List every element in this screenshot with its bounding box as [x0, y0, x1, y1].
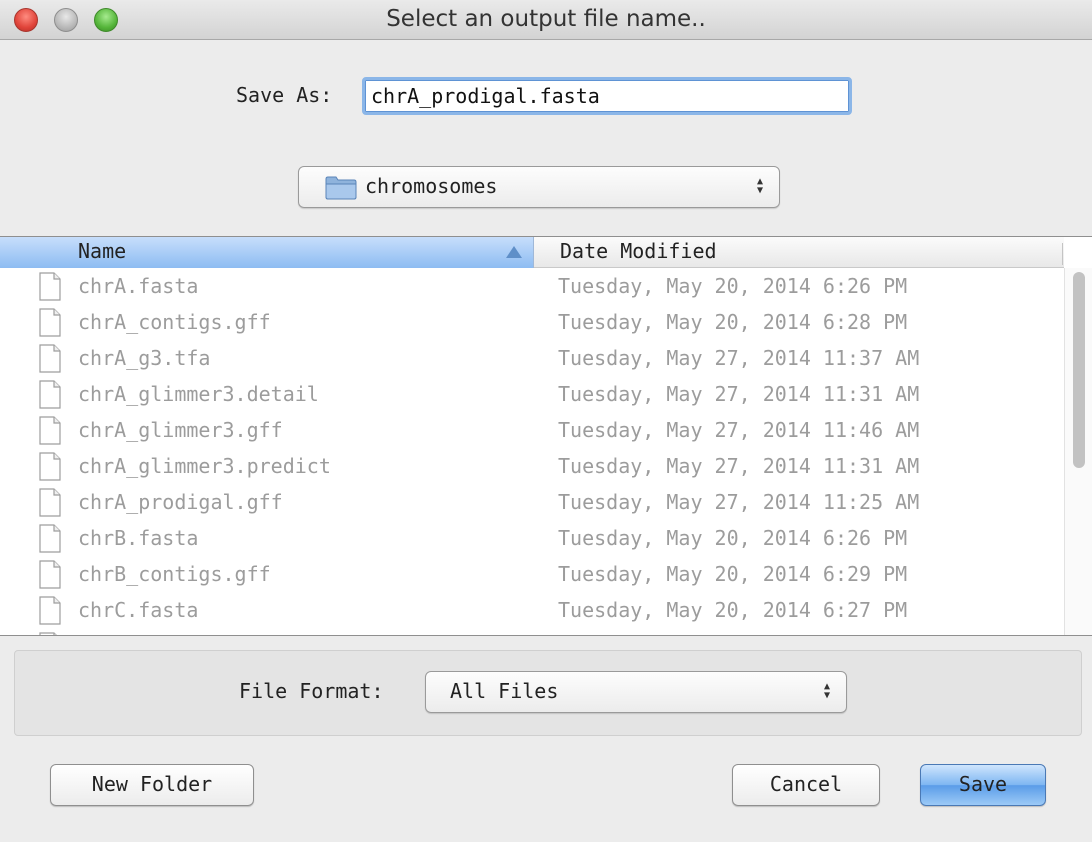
file-date-modified: Tuesday, May 20, 2014 6:26 PM — [558, 274, 908, 298]
cancel-button[interactable]: Cancel — [732, 764, 880, 806]
popup-arrows-icon: ▲ ▼ — [756, 176, 764, 196]
column-header-name-label: Name — [78, 239, 127, 263]
file-name: chrA_contigs.gff — [78, 310, 271, 334]
file-date-modified: Tuesday, May 20, 2014 6:26 PM — [558, 526, 908, 550]
file-row[interactable]: chrA_prodigal.gff Tuesday, May 27, 2014 … — [0, 484, 1064, 520]
window-title: Select an output file name.. — [386, 6, 706, 32]
file-browser: Name Date Modified chrA.fasta Tuesday, M… — [0, 236, 1092, 636]
file-date-modified: Tuesday, May 20, 2014 6:28 PM — [558, 310, 908, 334]
file-date-modified: Tuesday, May 27, 2014 11:31 AM — [558, 454, 920, 478]
document-icon — [39, 308, 61, 337]
file-format-panel: File Format: All Files ▲ ▼ — [14, 650, 1082, 736]
save-as-label: Save As: — [236, 83, 333, 107]
vertical-scrollbar[interactable] — [1064, 268, 1092, 635]
document-icon — [39, 524, 61, 553]
file-name: chrA_glimmer3.gff — [78, 418, 283, 442]
save-button[interactable]: Save — [920, 764, 1046, 806]
scrollbar-thumb[interactable] — [1073, 272, 1085, 468]
file-row[interactable]: chrA.fasta Tuesday, May 20, 2014 6:26 PM — [0, 268, 1064, 304]
popup-arrows-icon: ▲ ▼ — [823, 681, 831, 701]
file-name: chrA.fasta — [78, 274, 199, 298]
new-folder-button[interactable]: New Folder — [50, 764, 254, 806]
file-format-value: All Files — [450, 679, 559, 703]
file-row-partial[interactable] — [0, 628, 1064, 635]
file-name: chrB.fasta — [78, 526, 199, 550]
document-icon — [39, 380, 61, 409]
file-date-modified: Tuesday, May 27, 2014 11:37 AM — [558, 346, 920, 370]
location-popup[interactable]: chromosomes ▲ ▼ — [298, 166, 780, 208]
file-row[interactable]: chrC.fasta Tuesday, May 20, 2014 6:27 PM — [0, 592, 1064, 628]
file-row[interactable]: chrA_glimmer3.detail Tuesday, May 27, 20… — [0, 376, 1064, 412]
file-format-popup[interactable]: All Files ▲ ▼ — [425, 671, 847, 713]
document-icon — [39, 632, 57, 635]
file-row[interactable]: chrA_glimmer3.gff Tuesday, May 27, 2014 … — [0, 412, 1064, 448]
sort-ascending-icon — [506, 246, 522, 258]
folder-icon — [325, 176, 357, 200]
file-date-modified: Tuesday, May 27, 2014 11:31 AM — [558, 382, 920, 406]
location-folder-label: chromosomes — [365, 174, 498, 198]
document-icon — [39, 596, 61, 625]
file-row[interactable]: chrA_contigs.gff Tuesday, May 20, 2014 6… — [0, 304, 1064, 340]
title-bar: Select an output file name.. — [0, 0, 1092, 40]
document-icon — [39, 272, 61, 301]
document-icon — [39, 416, 61, 445]
save-as-input[interactable] — [362, 77, 852, 115]
file-date-modified: Tuesday, May 20, 2014 6:27 PM — [558, 598, 908, 622]
document-icon — [39, 344, 61, 373]
file-name: chrA_prodigal.gff — [78, 490, 283, 514]
file-name: chrC.fasta — [78, 598, 199, 622]
file-list: chrA.fasta Tuesday, May 20, 2014 6:26 PM… — [0, 268, 1064, 635]
document-icon — [39, 488, 61, 517]
file-name: chrA_glimmer3.detail — [78, 382, 319, 406]
file-row[interactable]: chrA_g3.tfa Tuesday, May 27, 2014 11:37 … — [0, 340, 1064, 376]
column-header-date-modified[interactable]: Date Modified — [560, 239, 717, 263]
file-row[interactable]: chrB.fasta Tuesday, May 20, 2014 6:26 PM — [0, 520, 1064, 556]
file-format-label: File Format: — [239, 679, 384, 703]
column-header-name[interactable]: Name — [0, 237, 534, 268]
file-name: chrA_glimmer3.predict — [78, 454, 331, 478]
file-date-modified: Tuesday, May 20, 2014 6:29 PM — [558, 562, 908, 586]
file-name: chrB_contigs.gff — [78, 562, 271, 586]
document-icon — [39, 560, 61, 589]
file-row[interactable]: chrB_contigs.gff Tuesday, May 20, 2014 6… — [0, 556, 1064, 592]
column-divider — [1062, 243, 1063, 265]
document-icon — [39, 452, 61, 481]
file-row[interactable]: chrA_glimmer3.predict Tuesday, May 27, 2… — [0, 448, 1064, 484]
column-header: Name Date Modified — [0, 237, 1064, 268]
file-name: chrA_g3.tfa — [78, 346, 211, 370]
file-date-modified: Tuesday, May 27, 2014 11:25 AM — [558, 490, 920, 514]
file-date-modified: Tuesday, May 27, 2014 11:46 AM — [558, 418, 920, 442]
